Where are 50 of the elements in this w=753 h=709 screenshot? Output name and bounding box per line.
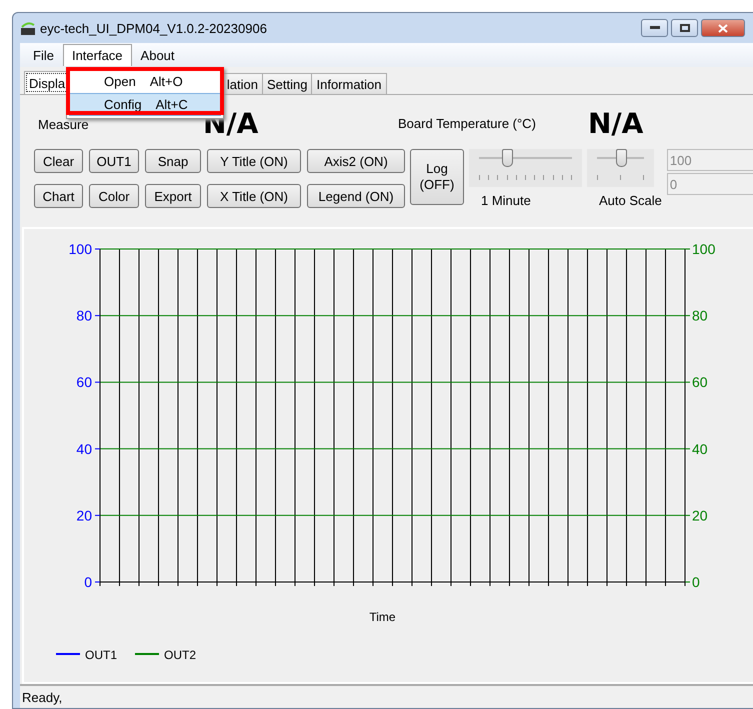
menu-item[interactable]: About bbox=[132, 44, 184, 66]
window-title: eyc-tech_UI_DPM04_V1.0.2-20230906 bbox=[40, 20, 267, 36]
axis-label: 60 bbox=[692, 374, 708, 390]
axis-label: 60 bbox=[76, 374, 92, 390]
slider-track[interactable] bbox=[469, 149, 582, 187]
toolbar-button[interactable]: Legend (ON) bbox=[307, 184, 405, 208]
close-button[interactable] bbox=[701, 19, 745, 37]
axis-label: 80 bbox=[76, 308, 92, 324]
close-icon bbox=[718, 24, 728, 32]
slider-thumb[interactable] bbox=[616, 149, 626, 167]
toolbar-button[interactable]: OUT1 bbox=[89, 149, 139, 173]
maximize-button[interactable] bbox=[671, 19, 698, 37]
minimize-icon bbox=[650, 26, 660, 30]
tab[interactable]: Setting bbox=[262, 73, 312, 94]
toolbar-button[interactable]: Axis2 (ON) bbox=[307, 149, 405, 173]
axis-label: 40 bbox=[76, 440, 92, 457]
toolbar-button[interactable]: Clear bbox=[34, 149, 83, 173]
slider-label: 1 Minute bbox=[481, 193, 531, 208]
slider-track[interactable] bbox=[587, 149, 654, 187]
axis-label: 40 bbox=[692, 440, 708, 457]
maximize-icon bbox=[680, 24, 690, 32]
toolbar-button[interactable]: Y Title (ON) bbox=[207, 149, 301, 173]
reading-label: Board Temperature (°C) bbox=[398, 116, 537, 130]
toolbar-button[interactable]: Color bbox=[89, 184, 139, 208]
slider-thumb[interactable] bbox=[502, 149, 513, 167]
status-text: Ready, bbox=[22, 690, 62, 704]
reading-label: Measure bbox=[38, 116, 90, 132]
menu-item[interactable]: File bbox=[24, 44, 63, 66]
axis-label: 80 bbox=[692, 308, 708, 324]
reading-value: N/A bbox=[588, 106, 644, 140]
legend-label: OUT1 bbox=[85, 648, 118, 662]
app-logo-icon bbox=[20, 21, 36, 35]
axis-label: 20 bbox=[76, 507, 92, 524]
toolbar-button[interactable]: Chart bbox=[34, 184, 83, 208]
axis-label: 20 bbox=[692, 507, 708, 524]
toolbar-button[interactable]: X Title (ON) bbox=[207, 184, 301, 208]
toolbar-button[interactable]: Snap bbox=[145, 149, 201, 173]
menu-entry[interactable]: Open Alt+O bbox=[69, 70, 221, 93]
axis-label: 0 bbox=[84, 574, 92, 590]
menu-item[interactable]: Interface bbox=[62, 44, 132, 66]
slider-label: Auto Scale bbox=[599, 193, 662, 208]
log-button[interactable]: Log (OFF) bbox=[410, 149, 464, 205]
toolbar-button[interactable]: Export bbox=[145, 184, 201, 208]
axis-title: Time bbox=[369, 610, 396, 624]
axis-label: 100 bbox=[692, 241, 716, 257]
axis-label: 100 bbox=[68, 241, 92, 257]
axis-label: 0 bbox=[692, 574, 700, 590]
minimize-button[interactable] bbox=[641, 19, 668, 37]
legend-label: OUT2 bbox=[164, 648, 196, 662]
tab[interactable]: Information bbox=[311, 73, 387, 94]
